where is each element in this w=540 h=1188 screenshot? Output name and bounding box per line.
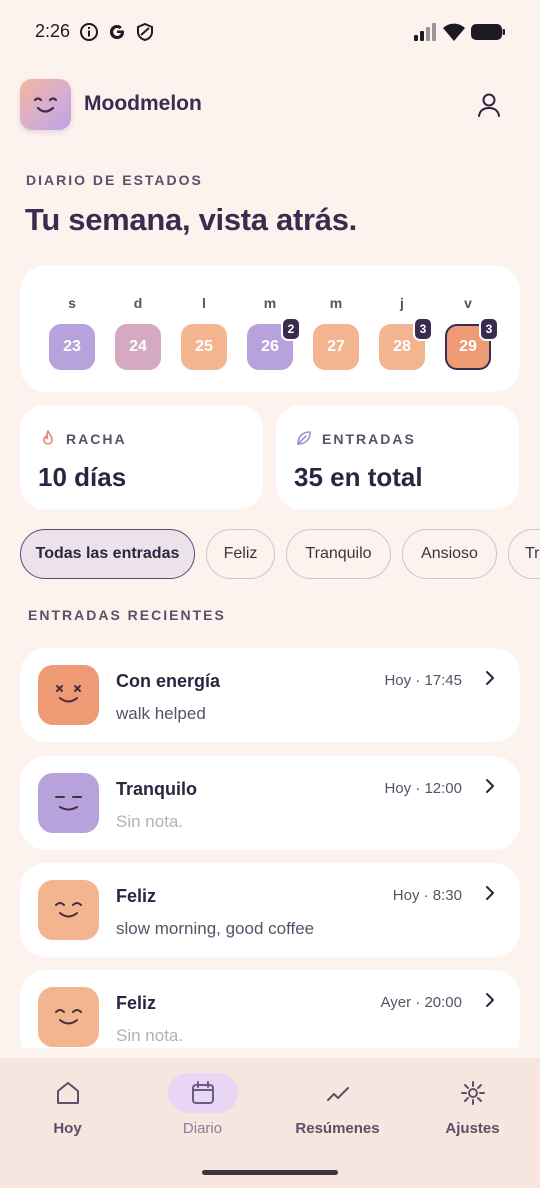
day-25[interactable]: l 25 <box>181 265 227 392</box>
person-icon[interactable] <box>474 90 504 120</box>
signal-icon <box>414 23 436 41</box>
happy-face-icon <box>38 987 99 1047</box>
entry-time: Hoy · 12:00 <box>384 780 462 797</box>
chevron-right-icon <box>486 886 494 900</box>
chevron-right-icon <box>486 993 494 1007</box>
nav-label: Ajustes <box>445 1120 500 1137</box>
flame-icon <box>43 430 53 445</box>
day-29[interactable]: v 29 3 <box>445 265 499 392</box>
day-letter: l <box>202 295 206 311</box>
nav-label: Resúmenes <box>295 1120 380 1137</box>
entry-time: Hoy · 8:30 <box>392 887 462 904</box>
entry-count-badge: 3 <box>413 317 433 341</box>
entry-card[interactable]: Tranquilo Hoy · 12:00 Sin nota. <box>20 756 520 850</box>
entry-title: Tranquilo <box>116 779 197 799</box>
day-letter: d <box>133 295 143 311</box>
day-letter: m <box>263 295 277 311</box>
nav-diario[interactable]: Diario <box>135 1058 270 1158</box>
day-24[interactable]: d 24 <box>115 265 161 392</box>
entry-time: Hoy · 17:45 <box>384 672 462 689</box>
battery-icon <box>471 24 505 40</box>
status-bar: 2:26 <box>0 0 540 64</box>
streak-label: RACHA <box>66 431 127 447</box>
entry-title: Feliz <box>116 886 157 906</box>
happy-face-icon <box>38 880 99 940</box>
entry-title: Feliz <box>116 993 157 1013</box>
section-eyebrow: DIARIO DE ESTADOS <box>26 172 203 188</box>
day-letter: s <box>68 295 76 311</box>
chip-truncated[interactable]: Tr <box>508 529 540 579</box>
day-chip[interactable]: 25 <box>181 324 227 370</box>
entry-note: slow morning, good coffee <box>116 919 315 938</box>
entries-label: ENTRADAS <box>322 431 416 447</box>
recent-eyebrow: ENTRADAS RECIENTES <box>28 607 226 623</box>
entries-card: ENTRADAS 35 en total <box>276 405 519 509</box>
info-icon <box>80 23 98 41</box>
day-letter: j <box>400 295 404 311</box>
day-23[interactable]: s 23 <box>49 265 95 392</box>
day-28[interactable]: j 28 3 <box>379 265 433 392</box>
day-chip[interactable]: 23 <box>49 324 95 370</box>
app-logo <box>20 79 71 130</box>
chip-tranquilo[interactable]: Tranquilo <box>286 529 391 579</box>
entry-title: Con energía <box>116 671 221 691</box>
app-screen: 2:26 Moodmelon DIARIO DE ESTADOS Tu sema… <box>0 0 540 1188</box>
nav-label: Diario <box>182 1120 223 1137</box>
day-chip[interactable]: 24 <box>115 324 161 370</box>
entry-count-badge: 2 <box>281 317 301 341</box>
chip-ansioso[interactable]: Ansioso <box>402 529 497 579</box>
smile-face-icon <box>33 97 58 113</box>
entries-value: 35 en total <box>294 462 423 492</box>
shield-icon <box>137 22 153 42</box>
streak-card: RACHA 10 días <box>20 405 263 509</box>
status-time: 2:26 <box>35 21 71 41</box>
day-letter: m <box>329 295 343 311</box>
day-letter: v <box>464 295 472 311</box>
home-icon <box>57 1082 79 1104</box>
streak-value: 10 días <box>38 462 127 492</box>
leaf-icon <box>297 431 311 445</box>
filter-chips: Todas las entradas Feliz Tranquilo Ansio… <box>0 529 540 581</box>
entry-card[interactable]: Feliz Ayer · 20:00 Sin nota. <box>20 970 520 1048</box>
google-icon <box>109 25 124 40</box>
calm-face-icon <box>38 773 99 833</box>
wifi-icon <box>443 23 465 41</box>
energetic-face-icon <box>38 665 99 725</box>
entry-note: Sin nota. <box>116 812 184 831</box>
sun-icon <box>461 1081 485 1105</box>
week-strip: s 23 d 24 l 25 m 26 2 m 27 j 28 3 v 29 3 <box>20 265 520 392</box>
recent-entries-list: Con energía Hoy · 17:45 walk helped Tran… <box>0 648 540 1048</box>
chevron-right-icon <box>486 671 494 685</box>
trend-icon <box>327 1087 349 1101</box>
app-name: Moodmelon <box>84 92 202 115</box>
nav-ajustes[interactable]: Ajustes <box>405 1058 540 1158</box>
entry-card[interactable]: Feliz Hoy · 8:30 slow morning, good coff… <box>20 863 520 957</box>
chevron-right-icon <box>486 779 494 793</box>
chip-feliz[interactable]: Feliz <box>206 529 275 579</box>
home-indicator[interactable] <box>202 1170 338 1175</box>
entry-card[interactable]: Con energía Hoy · 17:45 walk helped <box>20 648 520 742</box>
day-27[interactable]: m 27 <box>313 265 359 392</box>
chip-all-entries[interactable]: Todas las entradas <box>20 529 195 579</box>
entry-time: Ayer · 20:00 <box>380 994 462 1011</box>
nav-resumenes[interactable]: Resúmenes <box>270 1058 405 1158</box>
entry-count-badge: 3 <box>479 317 499 341</box>
nav-label: Hoy <box>53 1120 82 1137</box>
calendar-icon <box>192 1081 214 1104</box>
bottom-nav: Hoy Diario Resúmenes Ajustes <box>0 1058 540 1188</box>
page-title: Tu semana, vista atrás. <box>25 202 357 237</box>
nav-hoy[interactable]: Hoy <box>0 1058 135 1158</box>
day-26[interactable]: m 26 2 <box>247 265 301 392</box>
day-chip[interactable]: 27 <box>313 324 359 370</box>
entry-note: Sin nota. <box>116 1026 184 1045</box>
entry-note: walk helped <box>116 704 206 723</box>
